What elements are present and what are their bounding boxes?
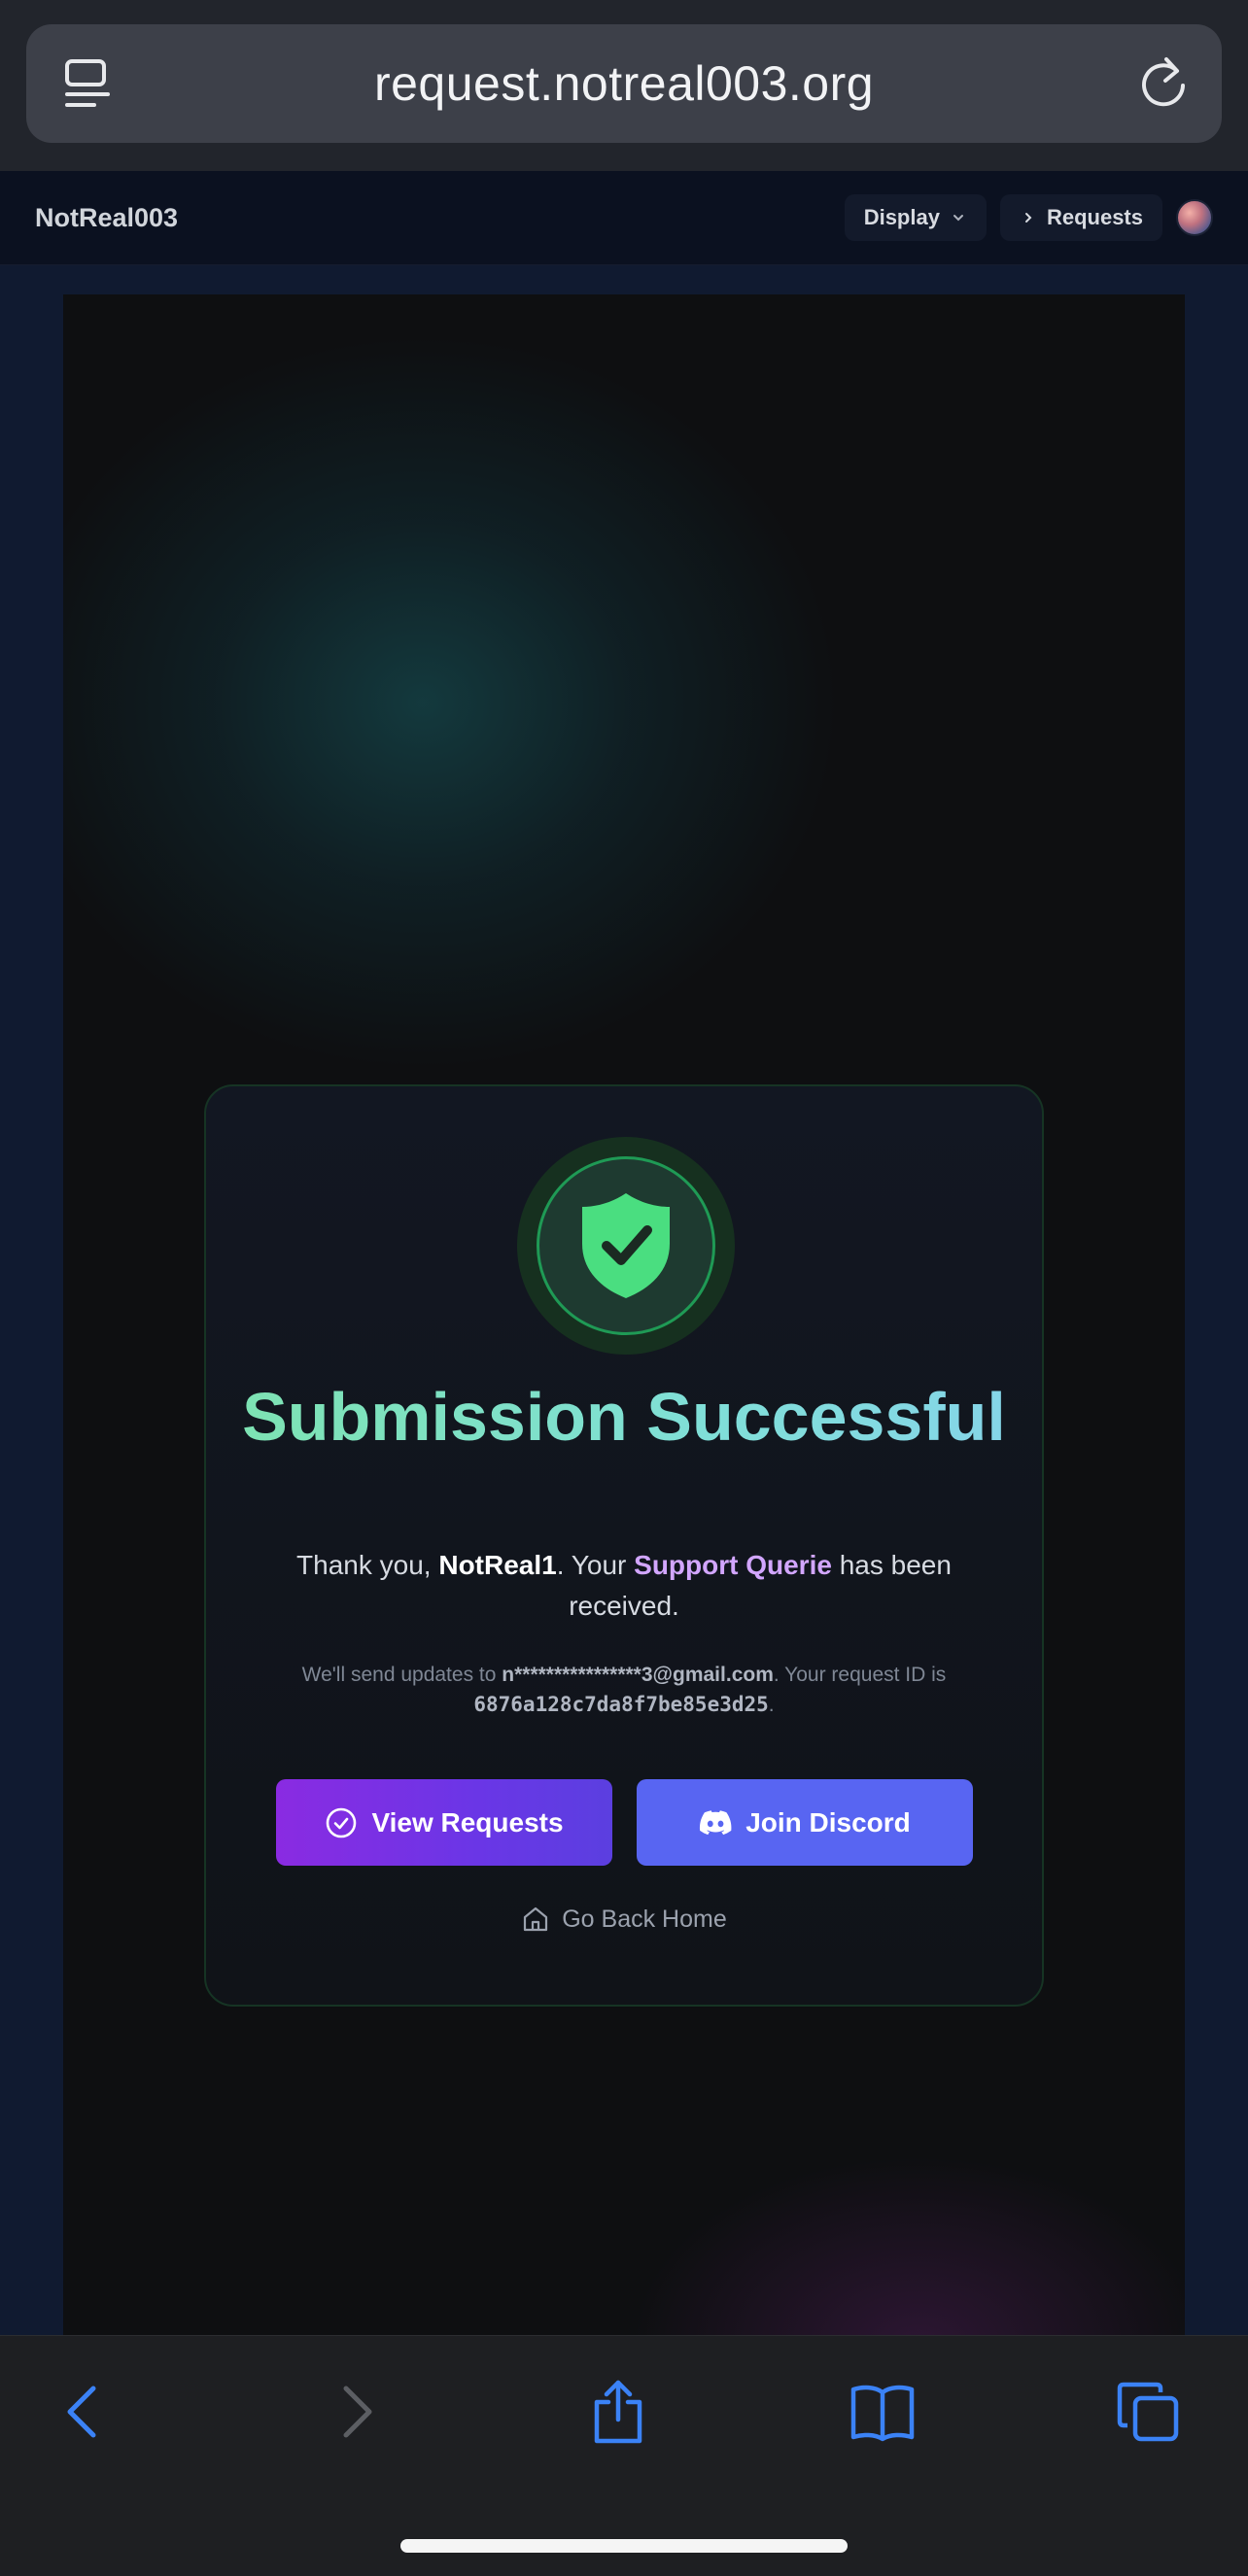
home-icon	[524, 1906, 548, 1932]
thank-you-message: Thank you, NotReal1. Your Support Querie…	[294, 1545, 954, 1627]
background-glow-purple	[607, 2141, 1185, 2335]
go-home-label: Go Back Home	[562, 1905, 727, 1933]
updates-mid: . Your request ID is	[773, 1664, 947, 1686]
address-bar[interactable]: request.notreal003.org	[26, 24, 1222, 143]
chevron-down-icon	[953, 215, 963, 222]
nav-actions: Display Requests	[844, 194, 1213, 241]
success-card: Submission Successful Thank you, NotReal…	[204, 1084, 1044, 2007]
requests-nav-button[interactable]: Requests	[999, 194, 1162, 241]
join-discord-button[interactable]: Join Discord	[637, 1779, 973, 1866]
background-glow-teal	[63, 333, 841, 1072]
thanks-prefix: Thank you,	[296, 1550, 439, 1580]
go-back-home-link[interactable]: Go Back Home	[206, 1905, 1042, 1934]
home-indicator	[400, 2539, 848, 2553]
url-text[interactable]: request.notreal003.org	[374, 55, 874, 112]
request-id: 6876a128c7da8f7be85e3d25	[473, 1693, 769, 1716]
tabs-icon[interactable]	[1110, 2373, 1188, 2451]
success-title: Submission Successful	[206, 1382, 1042, 1452]
requests-label: Requests	[1046, 205, 1143, 229]
user-avatar[interactable]	[1176, 199, 1213, 236]
display-dropdown-button[interactable]: Display	[844, 194, 987, 241]
shield-check-icon	[537, 1156, 715, 1335]
updates-notice: We'll send updates to n****************3…	[264, 1660, 984, 1720]
forward-icon[interactable]	[317, 2373, 395, 2451]
brand-logo-text[interactable]: NotReal003	[35, 203, 178, 233]
thanks-mid: . Your	[556, 1550, 635, 1580]
share-icon[interactable]	[579, 2373, 657, 2451]
check-circle-icon	[327, 1807, 357, 1838]
browser-top-chrome: request.notreal003.org	[0, 0, 1248, 171]
reload-icon[interactable]	[1134, 54, 1193, 113]
user-name: NotReal1	[438, 1550, 557, 1580]
site-navbar: NotReal003 Display Requests	[0, 171, 1248, 265]
join-discord-label: Join Discord	[745, 1806, 911, 1838]
bookmarks-icon[interactable]	[844, 2373, 921, 2451]
masked-email: n****************3@gmail.com	[502, 1664, 774, 1686]
tab-overview-icon[interactable]	[59, 54, 118, 113]
updates-suffix: .	[768, 1694, 775, 1716]
chevron-right-icon	[1024, 213, 1032, 223]
display-label: Display	[863, 205, 940, 229]
discord-icon	[700, 1809, 732, 1835]
back-icon[interactable]	[45, 2373, 122, 2451]
updates-prefix: We'll send updates to	[301, 1664, 503, 1686]
view-requests-button[interactable]: View Requests	[276, 1779, 612, 1866]
request-topic: Support Querie	[634, 1550, 832, 1580]
view-requests-label: View Requests	[371, 1806, 564, 1838]
